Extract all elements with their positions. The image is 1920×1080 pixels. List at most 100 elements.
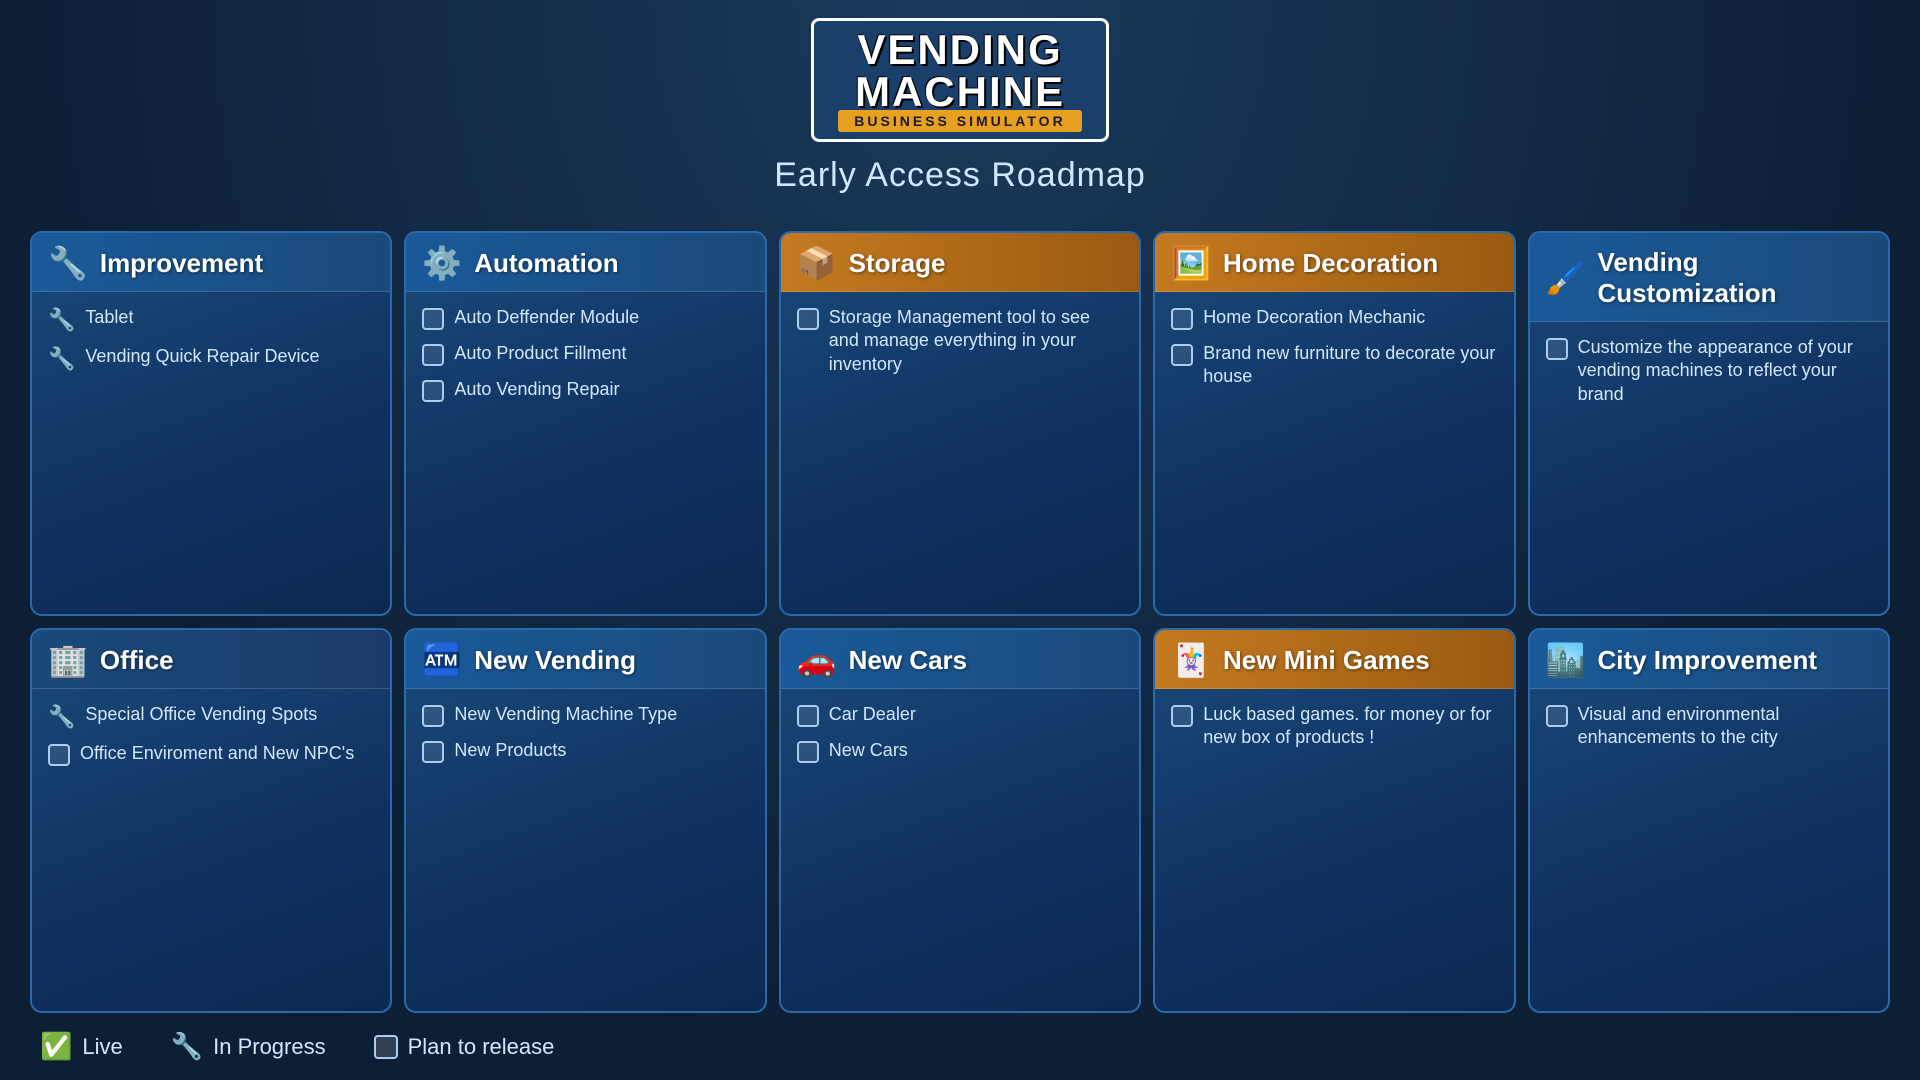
card-improvement-body: 🔧 Tablet 🔧 Vending Quick Repair Device xyxy=(32,292,390,614)
list-item: 🔧 Special Office Vending Spots xyxy=(48,703,374,730)
logo-box: VENDING MACHINE BUSINESS SIMULATOR xyxy=(811,18,1108,142)
new-vending-title: New Vending xyxy=(474,645,636,676)
list-item: Office Enviroment and New NPC's xyxy=(48,742,374,766)
checkbox-icon xyxy=(422,380,444,402)
card-city-improvement-body: Visual and environmental enhancements to… xyxy=(1530,689,1888,1011)
card-storage: 📦 Storage Storage Management tool to see… xyxy=(779,231,1141,616)
list-item: 🔧 Tablet xyxy=(48,306,374,333)
checkbox-icon xyxy=(1546,338,1568,360)
card-mini-games-body: Luck based games. for money or for new b… xyxy=(1155,689,1513,1011)
item-text: Tablet xyxy=(85,306,133,329)
card-office-header: 🏢 Office xyxy=(32,630,390,689)
card-city-improvement-header: 🏙️ City Improvement xyxy=(1530,630,1888,689)
card-improvement: 🔧 Improvement 🔧 Tablet 🔧 Vending Quick R… xyxy=(30,231,392,616)
card-new-vending: 🏧 New Vending New Vending Machine Type N… xyxy=(404,628,766,1013)
card-new-cars-header: 🚗 New Cars xyxy=(781,630,1139,689)
wrench-progress-icon: 🔧 xyxy=(171,1031,203,1062)
checkbox-icon xyxy=(422,344,444,366)
new-vending-icon: 🏧 xyxy=(422,644,462,676)
item-text: Visual and environmental enhancements to… xyxy=(1578,703,1872,750)
checkbox-icon xyxy=(797,705,819,727)
card-automation-body: Auto Deffender Module Auto Product Fillm… xyxy=(406,292,764,614)
new-cars-title: New Cars xyxy=(849,645,968,676)
legend-in-progress-label: In Progress xyxy=(213,1034,326,1060)
new-cars-icon: 🚗 xyxy=(797,644,837,676)
item-text: New Products xyxy=(454,739,566,762)
checkbox-icon xyxy=(1171,344,1193,366)
item-text: Storage Management tool to see and manag… xyxy=(829,306,1123,376)
card-vending-custom-header: 🖌️ Vending Customization xyxy=(1530,233,1888,322)
vending-custom-icon: 🖌️ xyxy=(1546,262,1586,294)
checkbox-icon xyxy=(1171,308,1193,330)
list-item: Customize the appearance of your vending… xyxy=(1546,336,1872,406)
list-item: New Products xyxy=(422,739,748,763)
item-text: Customize the appearance of your vending… xyxy=(1578,336,1872,406)
improvement-title: Improvement xyxy=(100,248,263,279)
card-new-cars-body: Car Dealer New Cars xyxy=(781,689,1139,1011)
legend-live-label: Live xyxy=(82,1034,122,1060)
vending-custom-title: Vending Customization xyxy=(1597,247,1872,309)
list-item: New Cars xyxy=(797,739,1123,763)
card-home-decoration-header: 🖼️ Home Decoration xyxy=(1155,233,1513,292)
item-text: Auto Vending Repair xyxy=(454,378,619,401)
card-mini-games: 🃏 New Mini Games Luck based games. for m… xyxy=(1153,628,1515,1013)
list-item: Visual and environmental enhancements to… xyxy=(1546,703,1872,750)
card-home-decoration-body: Home Decoration Mechanic Brand new furni… xyxy=(1155,292,1513,614)
city-improvement-title: City Improvement xyxy=(1597,645,1817,676)
item-text: Car Dealer xyxy=(829,703,916,726)
improvement-icon: 🔧 xyxy=(48,247,88,279)
legend-plan-label: Plan to release xyxy=(408,1034,555,1060)
card-city-improvement: 🏙️ City Improvement Visual and environme… xyxy=(1528,628,1890,1013)
wrench-icon: 🔧 xyxy=(48,346,75,372)
checkbox-icon xyxy=(1546,705,1568,727)
card-storage-body: Storage Management tool to see and manag… xyxy=(781,292,1139,614)
checkbox-icon xyxy=(48,744,70,766)
legend-in-progress: 🔧 In Progress xyxy=(171,1031,326,1062)
office-icon: 🏢 xyxy=(48,644,88,676)
item-text: New Cars xyxy=(829,739,908,762)
card-home-decoration: 🖼️ Home Decoration Home Decoration Mecha… xyxy=(1153,231,1515,616)
card-new-vending-header: 🏧 New Vending xyxy=(406,630,764,689)
legend-plan: Plan to release xyxy=(374,1034,555,1060)
list-item: Storage Management tool to see and manag… xyxy=(797,306,1123,376)
legend-live: ✅ Live xyxy=(40,1031,123,1062)
card-automation-header: ⚙️ Automation xyxy=(406,233,764,292)
list-item: 🔧 Vending Quick Repair Device xyxy=(48,345,374,372)
card-office-body: 🔧 Special Office Vending Spots Office En… xyxy=(32,689,390,1011)
list-item: Luck based games. for money or for new b… xyxy=(1171,703,1497,750)
storage-title: Storage xyxy=(849,248,946,279)
home-decoration-icon: 🖼️ xyxy=(1171,247,1211,279)
automation-title: Automation xyxy=(474,248,618,279)
logo-subtitle: BUSINESS SIMULATOR xyxy=(838,110,1081,132)
list-item: Brand new furniture to decorate your hou… xyxy=(1171,342,1497,389)
home-decoration-title: Home Decoration xyxy=(1223,248,1438,279)
item-text: Auto Deffender Module xyxy=(454,306,639,329)
list-item: Home Decoration Mechanic xyxy=(1171,306,1497,330)
card-vending-custom: 🖌️ Vending Customization Customize the a… xyxy=(1528,231,1890,616)
item-text: Auto Product Fillment xyxy=(454,342,626,365)
card-office: 🏢 Office 🔧 Special Office Vending Spots … xyxy=(30,628,392,1013)
checkbox-icon xyxy=(422,741,444,763)
checkbox-icon xyxy=(422,308,444,330)
empty-checkbox-icon xyxy=(374,1035,398,1059)
storage-icon: 📦 xyxy=(797,247,837,279)
list-item: Auto Deffender Module xyxy=(422,306,748,330)
card-new-vending-body: New Vending Machine Type New Products xyxy=(406,689,764,1011)
item-text: Office Enviroment and New NPC's xyxy=(80,742,354,765)
wrench-icon: 🔧 xyxy=(48,307,75,333)
logo-vending: VENDING xyxy=(838,29,1081,71)
wrench-icon: 🔧 xyxy=(48,704,75,730)
card-mini-games-header: 🃏 New Mini Games xyxy=(1155,630,1513,689)
card-improvement-header: 🔧 Improvement xyxy=(32,233,390,292)
list-item: Auto Product Fillment xyxy=(422,342,748,366)
list-item: Auto Vending Repair xyxy=(422,378,748,402)
list-item: New Vending Machine Type xyxy=(422,703,748,727)
item-text: Vending Quick Repair Device xyxy=(85,345,319,368)
item-text: Luck based games. for money or for new b… xyxy=(1203,703,1497,750)
logo-machine: MACHINE xyxy=(838,71,1081,113)
item-text: New Vending Machine Type xyxy=(454,703,677,726)
card-new-cars: 🚗 New Cars Car Dealer New Cars xyxy=(779,628,1141,1013)
checkmark-icon: ✅ xyxy=(40,1031,72,1062)
card-storage-header: 📦 Storage xyxy=(781,233,1139,292)
checkbox-icon xyxy=(797,308,819,330)
